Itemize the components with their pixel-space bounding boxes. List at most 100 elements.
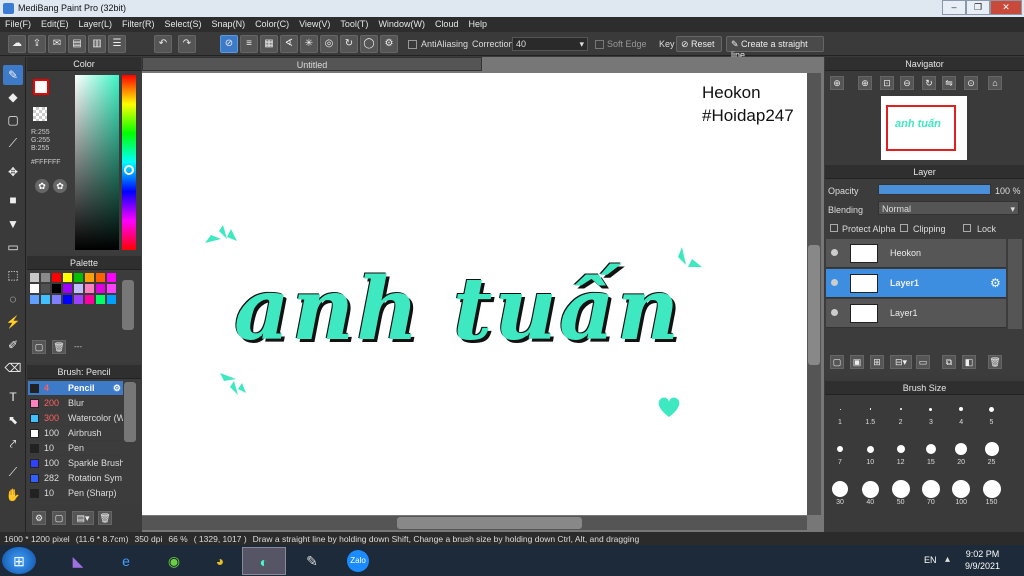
merge-icon[interactable]: ⧉ xyxy=(942,355,956,369)
upload-icon[interactable]: ⇪ xyxy=(28,35,46,53)
menu-color[interactable]: Color(C) xyxy=(250,17,294,29)
palette-swatch[interactable] xyxy=(63,284,72,293)
layer-row[interactable]: Heokon xyxy=(826,239,1006,268)
brush-size-cell[interactable]: 7 xyxy=(825,439,855,466)
rotate-icon[interactable]: ↻ xyxy=(922,76,936,90)
palette-swatch[interactable] xyxy=(63,273,72,282)
layer-scrollbar[interactable] xyxy=(1008,239,1022,329)
new-layer-alt-icon[interactable]: ▣ xyxy=(850,355,864,369)
new-brush-icon[interactable]: ▢ xyxy=(52,511,66,525)
palette-swatch[interactable] xyxy=(85,284,94,293)
brush-item[interactable]: 200 Blur xyxy=(28,396,123,411)
palette-swatch[interactable] xyxy=(30,295,39,304)
palette-swatch[interactable] xyxy=(96,295,105,304)
lock-view-icon[interactable]: ⌂ xyxy=(988,76,1002,90)
brush-size-cell[interactable]: 4 xyxy=(946,399,976,426)
bucket-icon[interactable]: ▼ xyxy=(3,214,23,234)
vertical-scrollbar[interactable] xyxy=(807,73,821,515)
zoom-minus-icon[interactable]: ⊖ xyxy=(900,76,914,90)
text-tool-icon[interactable]: T xyxy=(3,387,23,407)
fill-rect-icon[interactable]: ■ xyxy=(3,190,23,210)
color-wheel-icon[interactable]: ✿ xyxy=(35,179,49,193)
language-indicator[interactable]: EN xyxy=(924,555,937,565)
zoom-out-icon[interactable]: ⊕ xyxy=(858,76,872,90)
move-tool-icon[interactable]: ✥ xyxy=(3,162,23,182)
hue-handle[interactable] xyxy=(124,165,134,175)
brush-item[interactable]: 300 Watercolor (W xyxy=(28,411,123,426)
palette-swatch[interactable] xyxy=(30,284,39,293)
chat-icon[interactable]: ▤ xyxy=(68,35,86,53)
brush-size-cell[interactable]: 1 xyxy=(825,399,855,426)
straight-line-button[interactable]: ✎ Create a straight line xyxy=(726,36,824,60)
perspective-snap-icon[interactable]: ∢ xyxy=(280,35,298,53)
cloud-icon[interactable]: ☁ xyxy=(8,35,26,53)
soft-edge-checkbox[interactable] xyxy=(595,40,604,49)
palette-scrollbar[interactable] xyxy=(122,280,134,330)
reset-view-icon[interactable]: ⊙ xyxy=(964,76,978,90)
zalo-icon[interactable]: Zalo xyxy=(336,547,380,575)
parallel-snap-icon[interactable]: ≡ xyxy=(240,35,258,53)
new-layer-icon[interactable]: ▢ xyxy=(830,355,844,369)
zoom-in-icon[interactable]: ⊕ xyxy=(830,76,844,90)
delete-layer-icon[interactable]: 🗑 xyxy=(988,355,1002,369)
hue-slider[interactable] xyxy=(122,75,136,250)
palette-swatch[interactable] xyxy=(52,295,61,304)
folder-icon[interactable]: ▭ xyxy=(916,355,930,369)
brush-size-cell[interactable]: 20 xyxy=(946,439,976,466)
navigator-preview[interactable]: anh tuấn xyxy=(881,96,967,160)
select-pen-icon[interactable]: ✐ xyxy=(3,335,23,355)
delete-brush-icon[interactable]: 🗑 xyxy=(98,511,112,525)
antialiasing-checkbox[interactable] xyxy=(408,40,417,49)
snap-off-icon[interactable]: ⊘ xyxy=(220,35,238,53)
brush-size-cell[interactable]: 25 xyxy=(977,439,1007,466)
brush-scrollbar[interactable] xyxy=(124,382,136,442)
lock-checkbox[interactable] xyxy=(963,224,971,232)
brush-settings-icon[interactable]: ⚙ xyxy=(32,511,46,525)
dropper-icon[interactable]: ⤤ xyxy=(3,434,23,454)
menu-edit[interactable]: Edit(E) xyxy=(36,17,74,29)
clipping-checkbox[interactable] xyxy=(900,224,908,232)
protect-alpha-checkbox[interactable] xyxy=(830,224,838,232)
comment-icon[interactable]: ✉ xyxy=(48,35,66,53)
brush-size-cell[interactable]: 10 xyxy=(855,439,885,466)
palette-swatch[interactable] xyxy=(96,273,105,282)
start-button[interactable]: ⊞ xyxy=(2,547,36,574)
snap-settings-icon[interactable]: ⚙ xyxy=(380,35,398,53)
brush-size-cell[interactable]: 1.5 xyxy=(855,399,885,426)
palette-swatch[interactable] xyxy=(41,273,50,282)
horizontal-scrollbar[interactable] xyxy=(142,516,807,530)
eyedropper-icon[interactable]: ⟋ xyxy=(3,462,23,482)
brush-size-cell[interactable]: 40 xyxy=(855,479,885,506)
correction-select[interactable]: 40 ▾ xyxy=(512,37,588,51)
grid-snap-icon[interactable]: ▦ xyxy=(260,35,278,53)
brush-item[interactable]: 10 Pen (Sharp) xyxy=(28,486,123,501)
eye-icon[interactable] xyxy=(831,309,838,316)
brush-size-cell[interactable]: 150 xyxy=(977,479,1007,506)
menu-file[interactable]: File(F) xyxy=(0,17,36,29)
palette-swatch[interactable] xyxy=(41,284,50,293)
brush-item[interactable]: 282 Rotation Sym xyxy=(28,471,123,486)
brush-item[interactable]: 4 Pencil ⚙ xyxy=(28,381,123,396)
palette-swatch[interactable] xyxy=(107,273,116,282)
fit-icon[interactable]: ⊡ xyxy=(880,76,894,90)
ellipse-snap-icon[interactable]: ◯ xyxy=(360,35,378,53)
layer-row[interactable]: Layer1 xyxy=(826,299,1006,328)
menu-filter[interactable]: Filter(R) xyxy=(117,17,160,29)
menu-snap[interactable]: Snap(N) xyxy=(207,17,251,29)
saturation-square[interactable] xyxy=(75,75,119,250)
eye-icon[interactable] xyxy=(831,249,838,256)
hand-icon[interactable]: ✋ xyxy=(3,485,23,505)
menu-layer[interactable]: Layer(L) xyxy=(74,17,118,29)
palette-swatch[interactable] xyxy=(74,295,83,304)
palette-swatch[interactable] xyxy=(107,284,116,293)
visual-studio-icon[interactable]: ◣ xyxy=(56,547,100,575)
menu-tool[interactable]: Tool(T) xyxy=(335,17,373,29)
brush-item[interactable]: 100 Airbrush xyxy=(28,426,123,441)
brush-size-cell[interactable]: 50 xyxy=(886,479,916,506)
operation-icon[interactable]: ⬉ xyxy=(3,410,23,430)
undo-icon[interactable]: ↶ xyxy=(154,35,172,53)
palette-swatch[interactable] xyxy=(52,284,61,293)
radial-snap-icon[interactable]: ✳ xyxy=(300,35,318,53)
add-palette-icon[interactable]: ▢ xyxy=(32,340,46,354)
opacity-slider[interactable] xyxy=(878,184,991,195)
